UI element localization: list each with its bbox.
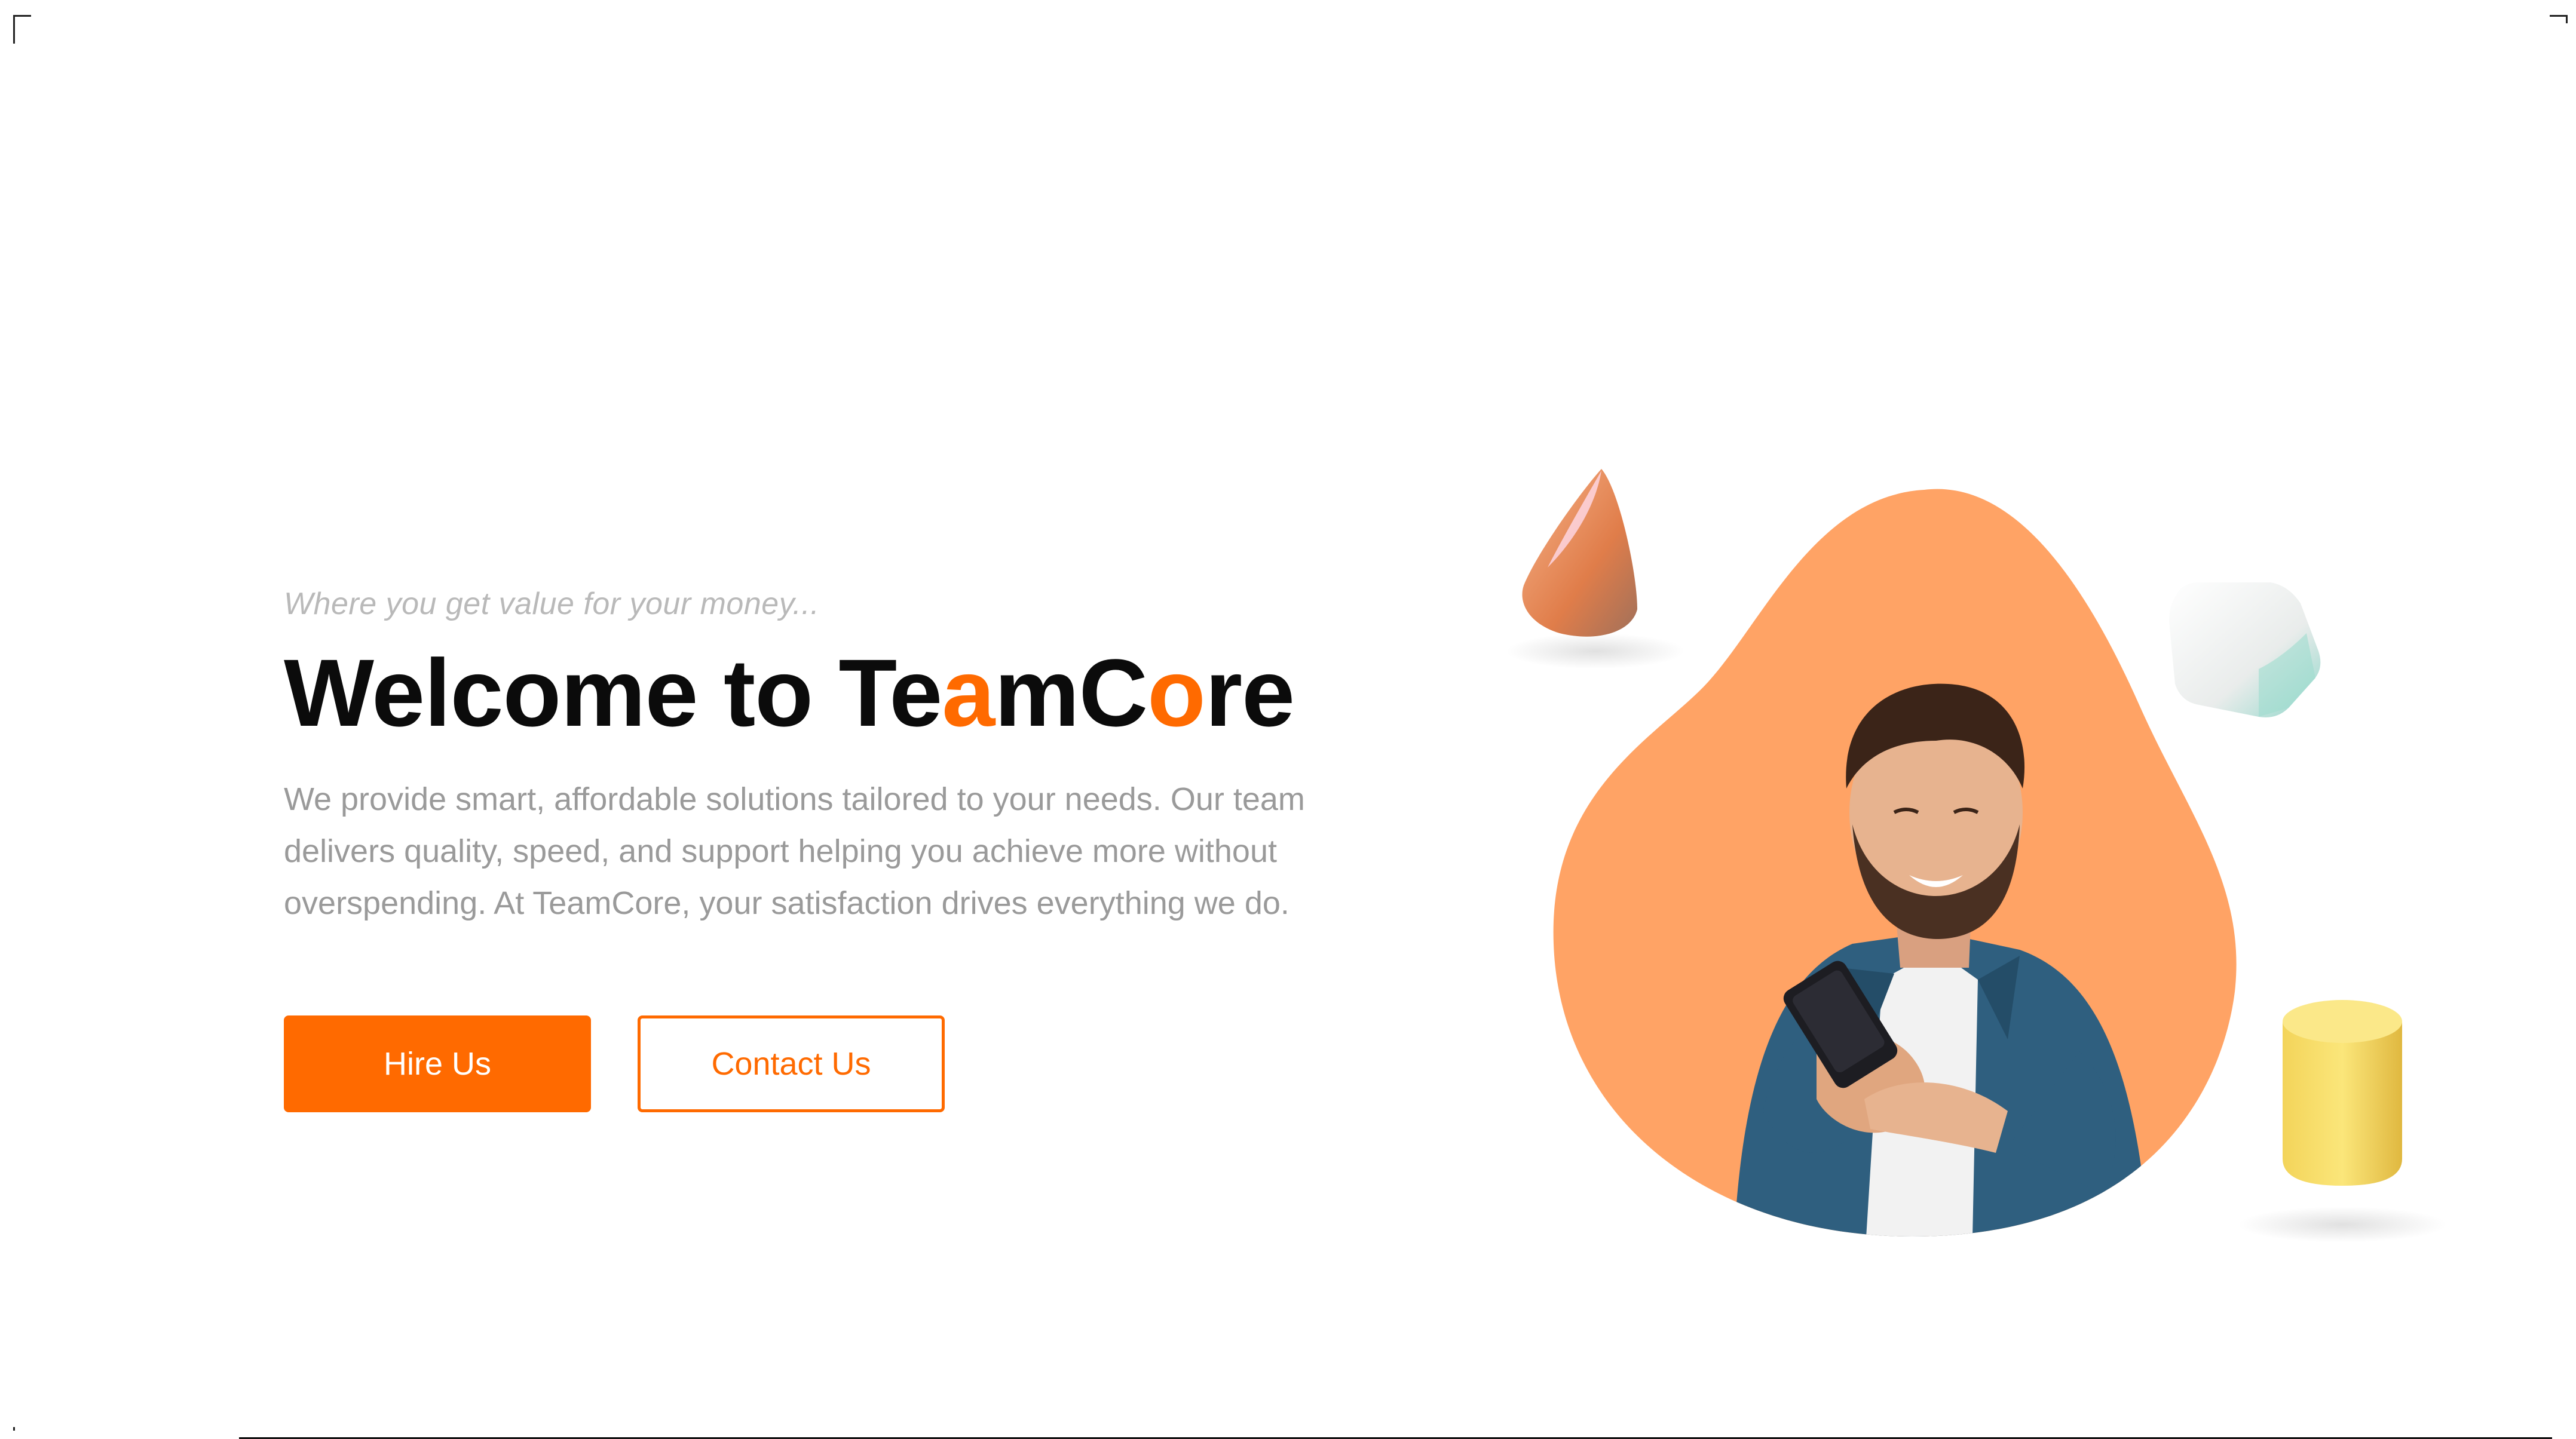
hero-page: Where you get value for your money... We… [0, 0, 2576, 1439]
cone-3d-shape [1506, 469, 1685, 669]
crop-mark-top-right [2550, 15, 2568, 23]
headline-part-3: re [1205, 639, 1295, 746]
headline-accent-o: o [1147, 639, 1206, 746]
hero-headline: Welcome to TeamCore [284, 636, 1419, 750]
crop-mark-bottom-left [13, 1427, 17, 1431]
hire-us-button[interactable]: Hire Us [284, 1015, 591, 1112]
headline-part-1: Welcome to Te [284, 639, 942, 746]
hero-illustration [1482, 454, 2498, 1260]
crop-mark-top-left [13, 15, 31, 44]
hero-text-block: Where you get value for your money... We… [284, 582, 1419, 929]
headline-part-2: mC [994, 639, 1148, 746]
hero-description: We provide smart, affordable solutions t… [284, 781, 1305, 921]
headline-accent-a: a [942, 639, 995, 746]
cube-3d-shape [2169, 582, 2321, 717]
cylinder-3d-shape [2238, 1000, 2447, 1242]
hero-tagline: Where you get value for your money... [284, 587, 820, 621]
cta-buttons: Hire Us Contact Us [284, 1015, 945, 1112]
contact-us-button[interactable]: Contact Us [638, 1015, 945, 1112]
